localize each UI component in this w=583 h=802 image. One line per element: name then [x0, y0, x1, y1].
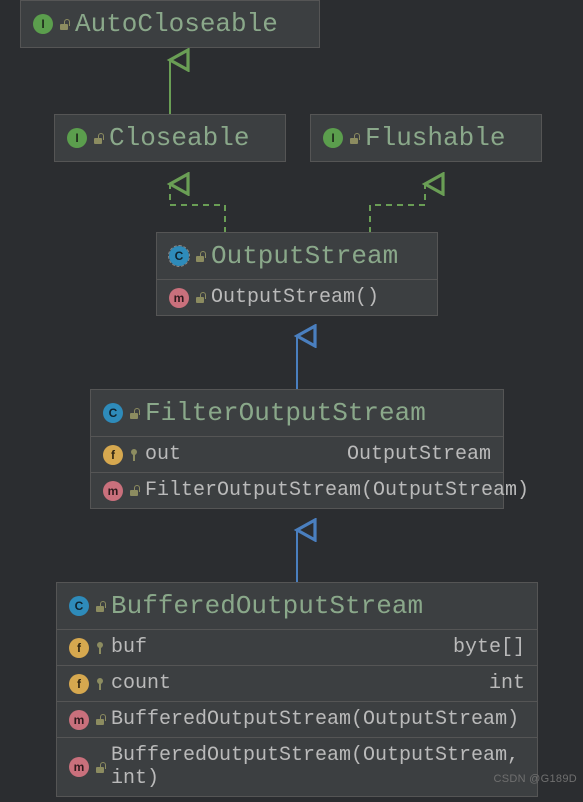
field-icon: f	[103, 445, 123, 465]
class-name: OutputStream	[211, 241, 398, 271]
member-signature: buf	[111, 636, 447, 659]
member-signature: OutputStream()	[211, 286, 425, 309]
member-type: int	[489, 672, 525, 695]
node-header: I Closeable	[55, 115, 285, 161]
node-filteroutputstream[interactable]: C FilterOutputStream f out OutputStream …	[90, 389, 504, 509]
lock-open-icon	[93, 133, 103, 144]
field-icon: f	[69, 674, 89, 694]
member-row: f count int	[57, 665, 537, 701]
member-signature: out	[145, 443, 341, 466]
watermark: CSDN @G189D	[493, 773, 577, 785]
member-row: m OutputStream()	[157, 279, 437, 315]
member-row: m BufferedOutputStream(OutputStream, int…	[57, 737, 537, 796]
edge-outputstream-closeable	[170, 184, 225, 233]
node-header: I AutoCloseable	[21, 1, 319, 47]
pin-icon	[95, 678, 105, 690]
interface-icon: I	[323, 128, 343, 148]
member-row: f buf byte[]	[57, 629, 537, 665]
member-signature: BufferedOutputStream(OutputStream, int)	[111, 744, 525, 790]
uml-canvas: I AutoCloseable I Closeable I Flushable …	[0, 0, 583, 789]
lock-open-icon	[95, 762, 105, 773]
interface-icon: I	[33, 14, 53, 34]
node-flushable[interactable]: I Flushable	[310, 114, 542, 162]
pin-icon	[95, 642, 105, 654]
member-type: OutputStream	[347, 443, 491, 466]
pin-icon	[129, 449, 139, 461]
member-type: byte[]	[453, 636, 525, 659]
node-header: I Flushable	[311, 115, 541, 161]
member-signature: count	[111, 672, 483, 695]
edge-outputstream-flushable	[370, 184, 425, 233]
lock-open-icon	[349, 133, 359, 144]
member-signature: BufferedOutputStream(OutputStream)	[111, 708, 525, 731]
class-icon: C	[69, 596, 89, 616]
method-icon: m	[103, 481, 123, 501]
lock-open-icon	[129, 408, 139, 419]
node-outputstream[interactable]: C OutputStream m OutputStream()	[156, 232, 438, 316]
node-autocloseable[interactable]: I AutoCloseable	[20, 0, 320, 48]
node-header: C OutputStream	[157, 233, 437, 279]
lock-open-icon	[95, 714, 105, 725]
node-header: C BufferedOutputStream	[57, 583, 537, 629]
method-icon: m	[69, 757, 89, 777]
interface-icon: I	[67, 128, 87, 148]
field-icon: f	[69, 638, 89, 658]
abstract-class-icon: C	[169, 246, 189, 266]
class-name: AutoCloseable	[75, 9, 278, 39]
class-icon: C	[103, 403, 123, 423]
member-row: m BufferedOutputStream(OutputStream)	[57, 701, 537, 737]
class-name: FilterOutputStream	[145, 398, 426, 428]
class-name: BufferedOutputStream	[111, 591, 423, 621]
method-icon: m	[69, 710, 89, 730]
node-closeable[interactable]: I Closeable	[54, 114, 286, 162]
class-name: Flushable	[365, 123, 505, 153]
node-header: C FilterOutputStream	[91, 390, 503, 436]
lock-open-icon	[129, 485, 139, 496]
node-bufferedoutputstream[interactable]: C BufferedOutputStream f buf byte[] f co…	[56, 582, 538, 797]
method-icon: m	[169, 288, 189, 308]
member-row: f out OutputStream	[91, 436, 503, 472]
member-row: m FilterOutputStream(OutputStream)	[91, 472, 503, 508]
lock-open-icon	[59, 19, 69, 30]
lock-open-icon	[95, 601, 105, 612]
lock-open-icon	[195, 251, 205, 262]
class-name: Closeable	[109, 123, 249, 153]
lock-open-icon	[195, 292, 205, 303]
member-signature: FilterOutputStream(OutputStream)	[145, 479, 529, 502]
